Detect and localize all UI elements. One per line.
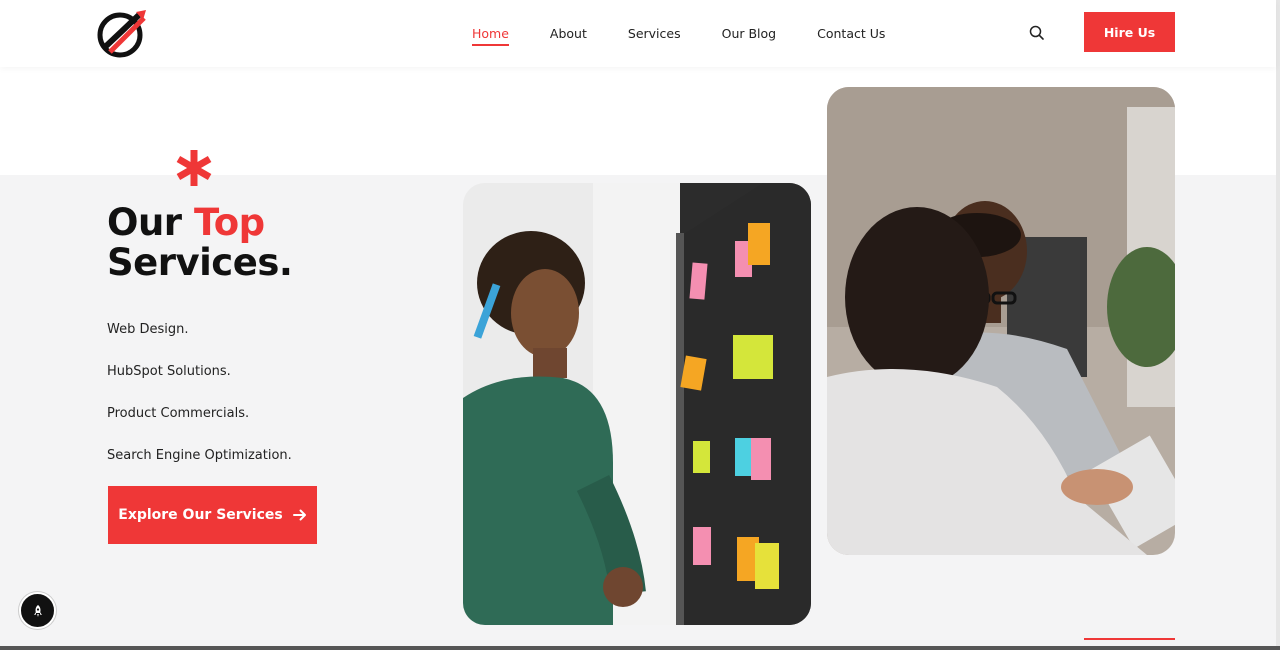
rocket-icon bbox=[33, 604, 42, 617]
logo[interactable] bbox=[96, 8, 148, 58]
bottom-strip bbox=[0, 646, 1280, 650]
service-item: Product Commercials. bbox=[107, 406, 250, 421]
nav-about[interactable]: About bbox=[550, 26, 587, 41]
nav-blog[interactable]: Our Blog bbox=[722, 26, 777, 41]
nav-contact[interactable]: Contact Us bbox=[817, 26, 885, 41]
service-item: Web Design. bbox=[107, 322, 189, 337]
asterisk-icon bbox=[176, 150, 212, 186]
bottom-accent-line bbox=[1084, 638, 1175, 640]
hero-headline: Our Top Services. bbox=[107, 201, 293, 284]
explore-services-label: Explore Our Services bbox=[118, 507, 283, 523]
explore-services-button[interactable]: Explore Our Services bbox=[108, 486, 317, 544]
service-item: HubSpot Solutions. bbox=[107, 364, 231, 379]
headline-accent: Top bbox=[193, 201, 265, 244]
search-icon[interactable] bbox=[1028, 24, 1046, 42]
headline-part-2: Services. bbox=[107, 241, 293, 284]
photo-team-meeting bbox=[827, 87, 1175, 555]
nav-home[interactable]: Home bbox=[472, 26, 509, 46]
scrollbar[interactable] bbox=[1276, 0, 1280, 650]
nav-services[interactable]: Services bbox=[628, 26, 681, 41]
service-list: Web Design. HubSpot Solutions. Product C… bbox=[107, 320, 292, 488]
arrow-right-icon bbox=[292, 509, 306, 521]
photo-sticky-notes bbox=[463, 183, 811, 625]
headline-part-1: Our bbox=[107, 201, 194, 244]
main-nav: Home About Services Our Blog Contact Us bbox=[472, 0, 926, 67]
rocket-button[interactable] bbox=[19, 592, 56, 629]
service-item: Search Engine Optimization. bbox=[107, 448, 292, 463]
site-header: Home About Services Our Blog Contact Us … bbox=[0, 0, 1276, 67]
hire-us-button[interactable]: Hire Us bbox=[1084, 12, 1175, 52]
